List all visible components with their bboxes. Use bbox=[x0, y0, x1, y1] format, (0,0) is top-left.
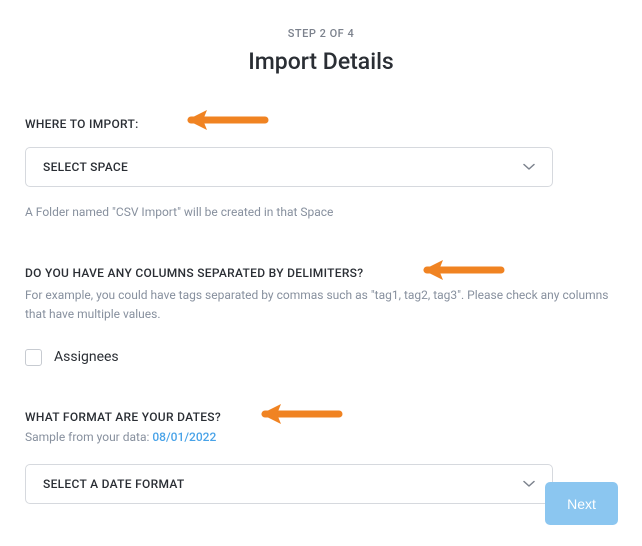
section-where-to-import: WHERE TO IMPORT: SELECT SPACE A Folder n… bbox=[25, 117, 617, 222]
where-helper-text: A Folder named "CSV Import" will be crea… bbox=[25, 203, 617, 222]
select-date-format-placeholder: SELECT A DATE FORMAT bbox=[43, 477, 185, 491]
select-space-dropdown[interactable]: SELECT SPACE bbox=[25, 147, 553, 187]
select-space-placeholder: SELECT SPACE bbox=[43, 160, 128, 174]
sample-value: 08/01/2022 bbox=[152, 430, 216, 444]
section-date-format: WHAT FORMAT ARE YOUR DATES? Sample from … bbox=[25, 410, 617, 504]
select-date-format-dropdown[interactable]: SELECT A DATE FORMAT bbox=[25, 464, 553, 504]
chevron-down-icon bbox=[523, 477, 535, 491]
assignees-checkbox[interactable] bbox=[25, 349, 42, 366]
section-delimiters: DO YOU HAVE ANY COLUMNS SEPARATED BY DEL… bbox=[25, 266, 617, 365]
assignees-checkbox-label: Assignees bbox=[54, 349, 119, 365]
chevron-down-icon bbox=[523, 160, 535, 174]
date-format-label: WHAT FORMAT ARE YOUR DATES? bbox=[25, 410, 617, 424]
page-title: Import Details bbox=[0, 48, 642, 75]
sample-row: Sample from your data: 08/01/2022 bbox=[25, 430, 617, 444]
where-label: WHERE TO IMPORT: bbox=[25, 117, 617, 131]
delimiters-helper-text: For example, you could have tags separat… bbox=[25, 286, 617, 324]
assignees-checkbox-row: Assignees bbox=[25, 349, 617, 366]
next-button[interactable]: Next bbox=[545, 482, 618, 525]
step-indicator: STEP 2 OF 4 bbox=[0, 0, 642, 40]
delimiters-label: DO YOU HAVE ANY COLUMNS SEPARATED BY DEL… bbox=[25, 266, 617, 280]
sample-label: Sample from your data: bbox=[25, 430, 152, 444]
